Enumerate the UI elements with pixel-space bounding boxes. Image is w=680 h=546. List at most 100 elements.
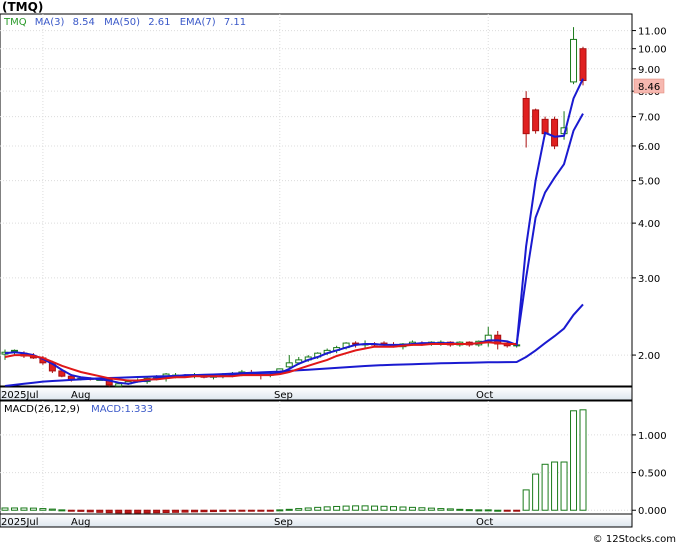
candle-body (551, 118, 559, 147)
candle-body (532, 109, 540, 132)
macd-bar (172, 509, 180, 513)
macd-title: MACD(26,12,9) (4, 404, 80, 415)
legend-ma3-label: MA(3) (35, 17, 65, 28)
price-tick-label: 9.00 (638, 65, 660, 76)
macd-bar (153, 509, 161, 514)
candle-body (579, 48, 587, 82)
macd-bar (371, 505, 379, 511)
macd-bar (314, 506, 322, 511)
legend-ma3-value: 8.54 (73, 17, 95, 28)
macd-tick-label: 1.000 (638, 431, 667, 442)
macd-bar (219, 509, 227, 512)
macd-bar (276, 509, 284, 512)
macd-bar (266, 509, 274, 512)
macd-bar (475, 509, 483, 512)
price-tick-label: 6.00 (638, 142, 660, 153)
date-label-sep: Sep (274, 390, 293, 401)
macd-bar (295, 508, 303, 511)
macd-date-label-oct: Oct (476, 517, 493, 528)
date-label-oct: Oct (476, 390, 493, 401)
price-tick-label: 3.00 (638, 274, 660, 285)
macd-bar (408, 506, 416, 511)
macd-bar (191, 509, 199, 513)
candle-body (285, 362, 293, 368)
candle-body (541, 118, 549, 135)
macd-bar (143, 509, 151, 514)
macd-bar (503, 509, 511, 512)
price-tick-label: 4.00 (638, 219, 660, 230)
macd-bar (579, 409, 587, 511)
macd-bar (285, 508, 293, 511)
copyright: © 12Stocks.com (593, 534, 676, 545)
macd-bar (380, 505, 388, 511)
macd-bar (333, 505, 341, 511)
macd-bar (105, 509, 113, 514)
macd-bar (532, 473, 540, 511)
macd-bar (238, 509, 246, 512)
macd-date-label-aug: Aug (71, 517, 91, 528)
macd-bar (58, 509, 66, 512)
candle-body (570, 38, 578, 83)
macd-bar (181, 509, 189, 513)
macd-bar (1, 507, 9, 511)
macd-bar (560, 461, 568, 511)
stock-chart: 11.0010.009.008.007.006.005.004.003.002.… (0, 0, 676, 545)
price-y-axis: 11.0010.009.008.007.006.005.004.003.002.… (632, 27, 667, 362)
macd-bar (456, 508, 464, 511)
price-tick-label: 11.00 (638, 27, 667, 38)
macd-bar (20, 507, 28, 511)
date-label-aug: Aug (71, 390, 91, 401)
legend: TMQ MA(3) 8.54 MA(50) 2.61 EMA(7) 7.11 (3, 17, 246, 28)
chart-title: (TMQ) (2, 0, 43, 14)
macd-bar (446, 508, 454, 511)
legend-ema7-value: 7.11 (224, 17, 246, 28)
macd-bar (124, 509, 132, 514)
price-tick-label: 10.00 (638, 45, 667, 56)
price-tick-label: 2.00 (638, 351, 660, 362)
macd-bar (304, 507, 312, 511)
macd-bar (427, 507, 435, 511)
date-axis-bar (0, 386, 633, 401)
macd-tick-label: 0.000 (638, 506, 667, 517)
legend-ma50-value: 2.61 (148, 17, 170, 28)
macd-bar (418, 507, 426, 511)
macd-bar (437, 508, 445, 511)
macd-bar (86, 509, 94, 513)
macd-bar (96, 509, 104, 513)
macd-bar (77, 509, 85, 512)
macd-bar (323, 506, 331, 511)
macd-bar (541, 463, 549, 511)
macd-y-axis: 1.000 0.500 0.000 (632, 431, 667, 517)
macd-bar (361, 505, 369, 511)
macd-tick-label: 0.500 (638, 469, 667, 480)
price-panel (0, 13, 633, 387)
macd-date-label-jul: 2025Jul (1, 517, 39, 528)
macd-bar (48, 508, 56, 511)
macd-bar (247, 509, 255, 512)
legend-symbol: TMQ (3, 17, 27, 28)
macd-bar (228, 509, 236, 512)
macd-bar (39, 508, 47, 511)
macd-bar (342, 505, 350, 511)
macd-bar (10, 507, 18, 511)
price-tick-label: 5.00 (638, 177, 660, 188)
macd-bar (522, 489, 530, 511)
macd-bar (67, 509, 75, 512)
date-label-jul: 2025Jul (1, 390, 39, 401)
legend-ma50-label: MA(50) (104, 17, 140, 28)
macd-bar (209, 509, 217, 513)
last-price-label: 8.46 (638, 82, 660, 93)
macd-value: MACD:1.333 (91, 404, 153, 415)
candle-body (115, 383, 123, 387)
macd-bar (134, 509, 142, 514)
macd-bar (465, 509, 473, 512)
legend-ema7-label: EMA(7) (180, 17, 216, 28)
macd-bar (494, 509, 502, 512)
macd-date-axis-bar (0, 513, 633, 528)
candle-body (522, 97, 530, 135)
macd-bar (257, 509, 265, 512)
macd-bar (570, 410, 578, 511)
macd-bar (162, 509, 170, 513)
macd-bar (200, 509, 208, 513)
macd-bar (399, 506, 407, 511)
